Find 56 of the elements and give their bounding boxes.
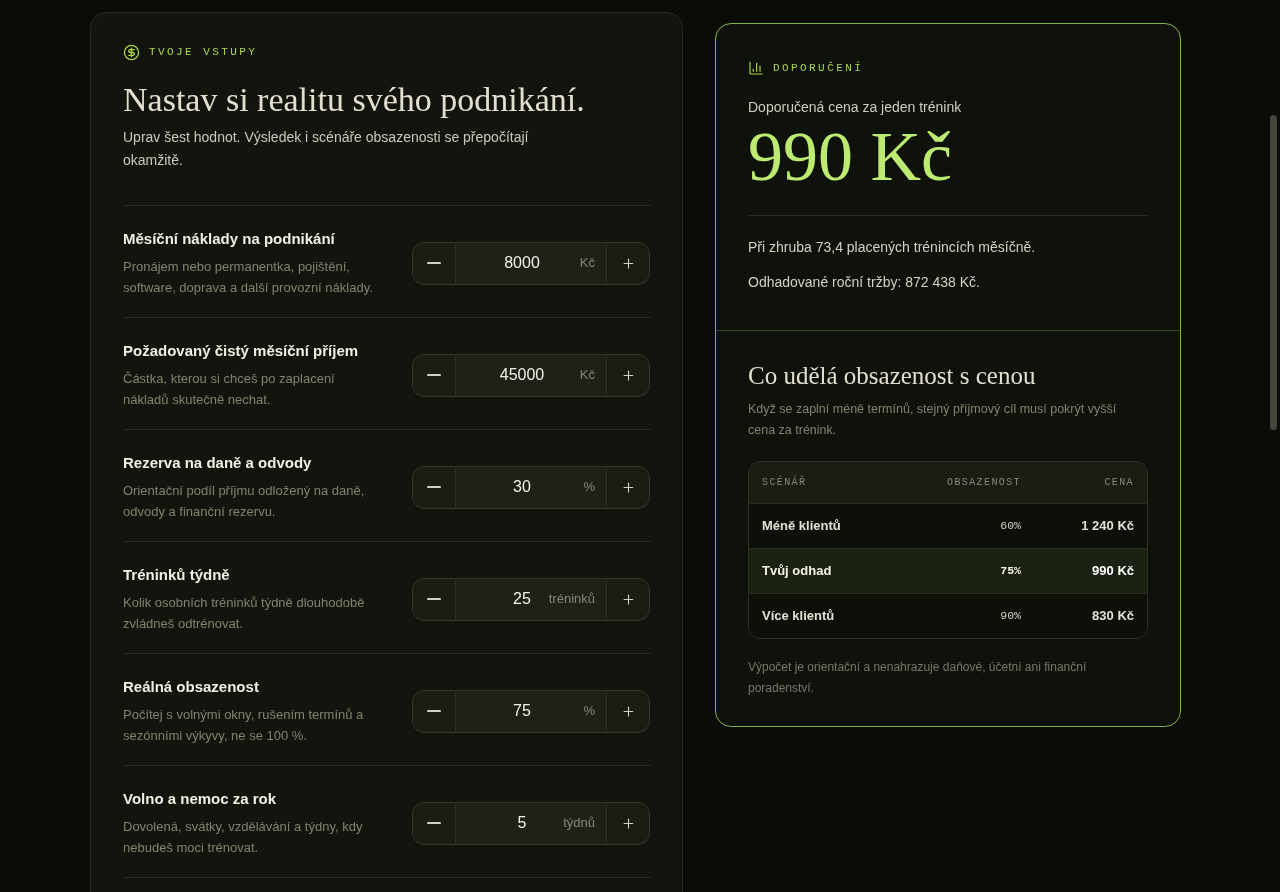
section-eyebrow: TVOJE VSTUPY bbox=[149, 44, 258, 60]
unit-label: % bbox=[583, 478, 595, 497]
occupancy-value: 60% bbox=[1000, 518, 1021, 535]
bar-chart-icon bbox=[748, 60, 764, 76]
plus-icon bbox=[620, 703, 636, 719]
field-description: Počítej s volnými okny, rušením termínů a sezónními výkyvy, ne se 100 %. bbox=[123, 706, 365, 745]
minus-icon bbox=[427, 374, 441, 376]
section-title: Co udělá obsazenost s cenou bbox=[748, 361, 1036, 391]
minus-icon bbox=[427, 486, 441, 488]
field-label: Požadovaný čistý měsíční příjem bbox=[123, 341, 359, 361]
field-description: Pronájem nebo permanentka, pojištění, software, doprava a další provozní náklady. bbox=[123, 258, 374, 297]
minus-icon bbox=[427, 710, 441, 712]
panel-intro: Uprav šest hodnot. Výsledek i scénáře obsazenosti se přepočítají okamžitě. bbox=[123, 128, 530, 170]
minus-icon bbox=[427, 822, 441, 824]
field-description: Dovolená, svátky, vzdělávání a týdny, kdy nebudeš moci trénovat. bbox=[123, 818, 364, 857]
unit-label: % bbox=[583, 702, 595, 721]
scenario-name: Méně klientů bbox=[762, 517, 841, 536]
field-description: Částka, kterou si chceš po zaplacení nákladů skutečně nechat. bbox=[123, 370, 336, 409]
field-label: Reálná obsazenost bbox=[123, 677, 259, 697]
plus-icon bbox=[620, 255, 636, 271]
section-eyebrow: DOPORUČENÍ bbox=[773, 60, 864, 76]
occupancy-value: 90% bbox=[1000, 608, 1021, 625]
column-header: CENA bbox=[1104, 476, 1134, 490]
unit-label: tréninků bbox=[548, 590, 595, 609]
column-header: SCÉNÁŘ bbox=[762, 475, 807, 490]
field-description: Kolik osobních tréninků týdně dlouhodobě zvládneš odtrénovat. bbox=[123, 594, 366, 633]
unit-label: týdnů bbox=[563, 814, 595, 833]
column-header: OBSAZENOST bbox=[947, 476, 1021, 490]
unit-label: Kč bbox=[579, 254, 595, 273]
result-detail: Při zhruba 73,4 placených trénincích měsíčně. bbox=[748, 238, 1036, 257]
plus-icon bbox=[620, 367, 636, 383]
field-label: Tréninků týdně bbox=[123, 565, 230, 585]
panel-title: Nastav si realitu svého podnikání. bbox=[123, 80, 585, 120]
recommended-price: 990 Kč bbox=[748, 119, 953, 195]
section-description: Když se zaplní méně termínů, stejný příjmový cíl musí pokrýt vyšší cena za trénink. bbox=[748, 401, 1118, 439]
minus-icon bbox=[427, 598, 441, 600]
price-value: 990 Kč bbox=[1092, 562, 1134, 581]
result-detail: Odhadované roční tržby: 872 438 Kč. bbox=[748, 273, 980, 292]
field-description: Orientační podíl příjmu odložený na daně, odvody a finanční rezervu. bbox=[123, 482, 366, 521]
scenario-name: Více klientů bbox=[762, 607, 835, 626]
plus-icon bbox=[620, 479, 636, 495]
plus-icon bbox=[620, 591, 636, 607]
plus-icon bbox=[620, 815, 636, 831]
price-value: 830 Kč bbox=[1092, 607, 1134, 626]
scrollbar-thumb[interactable] bbox=[1270, 115, 1277, 430]
disclaimer-text: Výpočet je orientační a nenahrazuje daňové, účetní ani finanční poradenství. bbox=[748, 659, 1088, 697]
occupancy-value: 75% bbox=[1000, 563, 1021, 580]
field-label: Volno a nemoc za rok bbox=[123, 789, 277, 809]
dollar-coin-icon bbox=[123, 43, 140, 61]
scenario-name: Tvůj odhad bbox=[762, 562, 832, 581]
minus-icon bbox=[427, 262, 441, 264]
price-value: 1 240 Kč bbox=[1081, 517, 1134, 536]
price-label: Doporučená cena za jeden trénink bbox=[748, 98, 962, 117]
unit-label: Kč bbox=[579, 366, 595, 385]
field-label: Měsíční náklady na podnikání bbox=[123, 229, 335, 249]
field-label: Rezerva na daně a odvody bbox=[123, 453, 312, 473]
